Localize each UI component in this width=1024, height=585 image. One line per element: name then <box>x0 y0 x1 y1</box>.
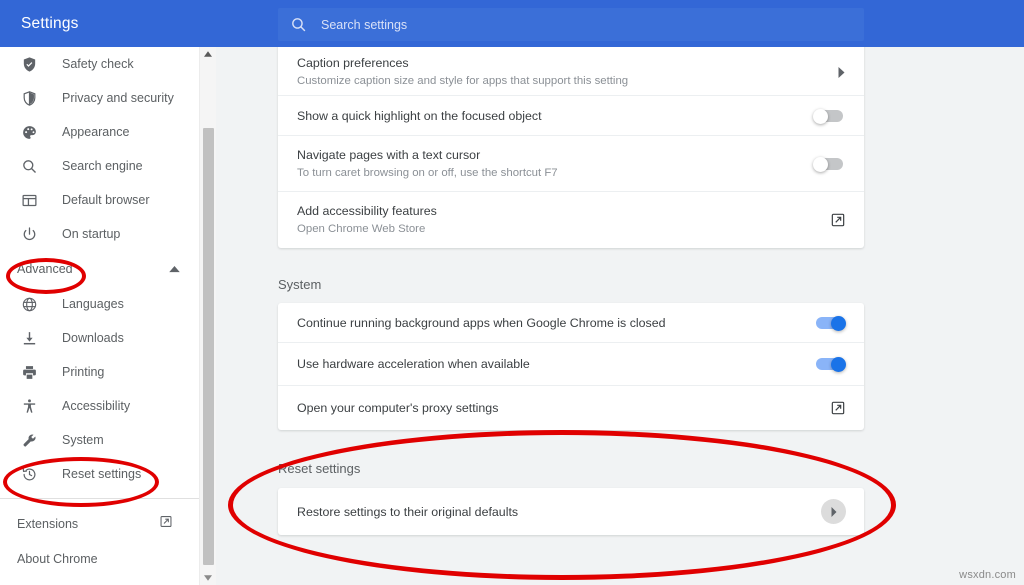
sidebar-item-label: Printing <box>62 365 104 379</box>
setting-title: Use hardware acceleration when available <box>297 356 813 372</box>
sidebar-item-label: Default browser <box>62 193 150 207</box>
settings-page: Settings Search settings Safety check <box>0 0 1024 585</box>
setting-row-quick-highlight[interactable]: Show a quick highlight on the focused ob… <box>278 96 864 136</box>
scroll-up-arrow-icon[interactable] <box>200 47 216 61</box>
sidebar-item-label: About Chrome <box>17 552 98 566</box>
sidebar-item-search-engine[interactable]: Search engine <box>0 149 199 183</box>
palette-icon <box>19 122 39 142</box>
chevron-up-icon[interactable] <box>169 260 180 278</box>
accessibility-person-icon <box>19 396 39 416</box>
sidebar-item-extensions[interactable]: Extensions <box>0 506 199 541</box>
history-restore-icon <box>19 464 39 484</box>
sidebar-item-languages[interactable]: Languages <box>0 287 199 321</box>
sidebar-item-label: Extensions <box>17 517 78 531</box>
scroll-down-arrow-icon[interactable] <box>200 571 216 585</box>
section-heading-system: System <box>278 277 321 292</box>
setting-row-text-cursor[interactable]: Navigate pages with a text cursor To tur… <box>278 136 864 192</box>
toggle-switch-icon[interactable] <box>813 357 846 371</box>
sidebar-item-label: Languages <box>62 297 124 311</box>
external-link-icon[interactable] <box>159 514 173 533</box>
sidebar-item-label: System <box>62 433 104 447</box>
setting-row-proxy-settings[interactable]: Open your computer's proxy settings <box>278 386 864 430</box>
sidebar-item-label: On startup <box>62 227 120 241</box>
sidebar-item-label: Downloads <box>62 331 124 345</box>
search-placeholder: Search settings <box>321 18 407 32</box>
sidebar-item-default-browser[interactable]: Default browser <box>0 183 199 217</box>
shield-icon <box>19 88 39 108</box>
sidebar-item-safety-check[interactable]: Safety check <box>0 47 199 81</box>
magnifier-icon <box>19 156 39 176</box>
watermark: wsxdn.com <box>959 569 1016 581</box>
sidebar-item-downloads[interactable]: Downloads <box>0 321 199 355</box>
setting-row-restore-defaults[interactable]: Restore settings to their original defau… <box>278 488 864 535</box>
sidebar-item-label: Advanced <box>17 262 73 276</box>
toggle-switch-icon[interactable] <box>813 109 846 123</box>
arrow-right-circle-icon[interactable] <box>821 499 846 524</box>
setting-title: Caption preferences <box>297 55 837 71</box>
sidebar-item-label: Search engine <box>62 159 143 173</box>
chevron-right-icon[interactable] <box>837 67 846 78</box>
section-heading-reset-settings: Reset settings <box>278 461 360 476</box>
sidebar-item-about-chrome[interactable]: About Chrome <box>0 541 199 576</box>
sidebar-item-accessibility[interactable]: Accessibility <box>0 389 199 423</box>
setting-title: Navigate pages with a text cursor <box>297 147 813 163</box>
shield-check-icon <box>19 54 39 74</box>
download-icon <box>19 328 39 348</box>
page-title: Settings <box>21 15 79 33</box>
reset-settings-card: Restore settings to their original defau… <box>278 488 864 535</box>
sidebar-item-label: Appearance <box>62 125 129 139</box>
setting-subtitle: Open Chrome Web Store <box>297 221 830 237</box>
wrench-icon <box>19 430 39 450</box>
browser-window-icon <box>19 190 39 210</box>
sidebar-item-privacy-and-security[interactable]: Privacy and security <box>0 81 199 115</box>
printer-icon <box>19 362 39 382</box>
search-input[interactable]: Search settings <box>278 8 864 41</box>
sidebar-item-label: Reset settings <box>62 467 141 481</box>
setting-title: Show a quick highlight on the focused ob… <box>297 108 813 124</box>
setting-title: Continue running background apps when Go… <box>297 315 813 331</box>
sidebar-item-printing[interactable]: Printing <box>0 355 199 389</box>
power-icon <box>19 224 39 244</box>
setting-title: Add accessibility features <box>297 203 830 219</box>
globe-icon <box>19 294 39 314</box>
external-link-icon[interactable] <box>830 212 846 228</box>
setting-title: Open your computer's proxy settings <box>297 400 830 416</box>
top-app-bar: Settings Search settings <box>0 0 1024 47</box>
sidebar-item-reset-settings[interactable]: Reset settings <box>0 457 199 491</box>
sidebar-item-appearance[interactable]: Appearance <box>0 115 199 149</box>
sidebar-scrollbar[interactable] <box>199 47 216 585</box>
toggle-switch-icon[interactable] <box>813 316 846 330</box>
sidebar-item-label: Safety check <box>62 57 134 71</box>
search-icon <box>290 16 307 33</box>
setting-title: Restore settings to their original defau… <box>297 504 821 520</box>
accessibility-card: Caption preferences Customize caption si… <box>278 47 864 248</box>
toggle-switch-icon[interactable] <box>813 157 846 171</box>
sidebar-item-system[interactable]: System <box>0 423 199 457</box>
scrollbar-thumb[interactable] <box>203 128 214 565</box>
external-link-icon[interactable] <box>830 400 846 416</box>
sidebar-item-advanced[interactable]: Advanced <box>0 251 199 287</box>
sidebar-item-on-startup[interactable]: On startup <box>0 217 199 251</box>
sidebar-item-label: Privacy and security <box>62 91 174 105</box>
sidebar-item-label: Accessibility <box>62 399 130 413</box>
setting-row-caption-preferences[interactable]: Caption preferences Customize caption si… <box>278 47 864 96</box>
setting-row-add-accessibility-features[interactable]: Add accessibility features Open Chrome W… <box>278 192 864 248</box>
system-card: Continue running background apps when Go… <box>278 303 864 430</box>
sidebar-nav: Safety check Privacy and security <box>0 47 199 585</box>
sidebar-divider <box>0 498 199 499</box>
setting-row-background-apps[interactable]: Continue running background apps when Go… <box>278 303 864 343</box>
setting-subtitle: Customize caption size and style for app… <box>297 73 837 89</box>
settings-content: Caption preferences Customize caption si… <box>216 47 1024 585</box>
setting-row-hardware-acceleration[interactable]: Use hardware acceleration when available <box>278 343 864 386</box>
setting-subtitle: To turn caret browsing on or off, use th… <box>297 165 813 181</box>
